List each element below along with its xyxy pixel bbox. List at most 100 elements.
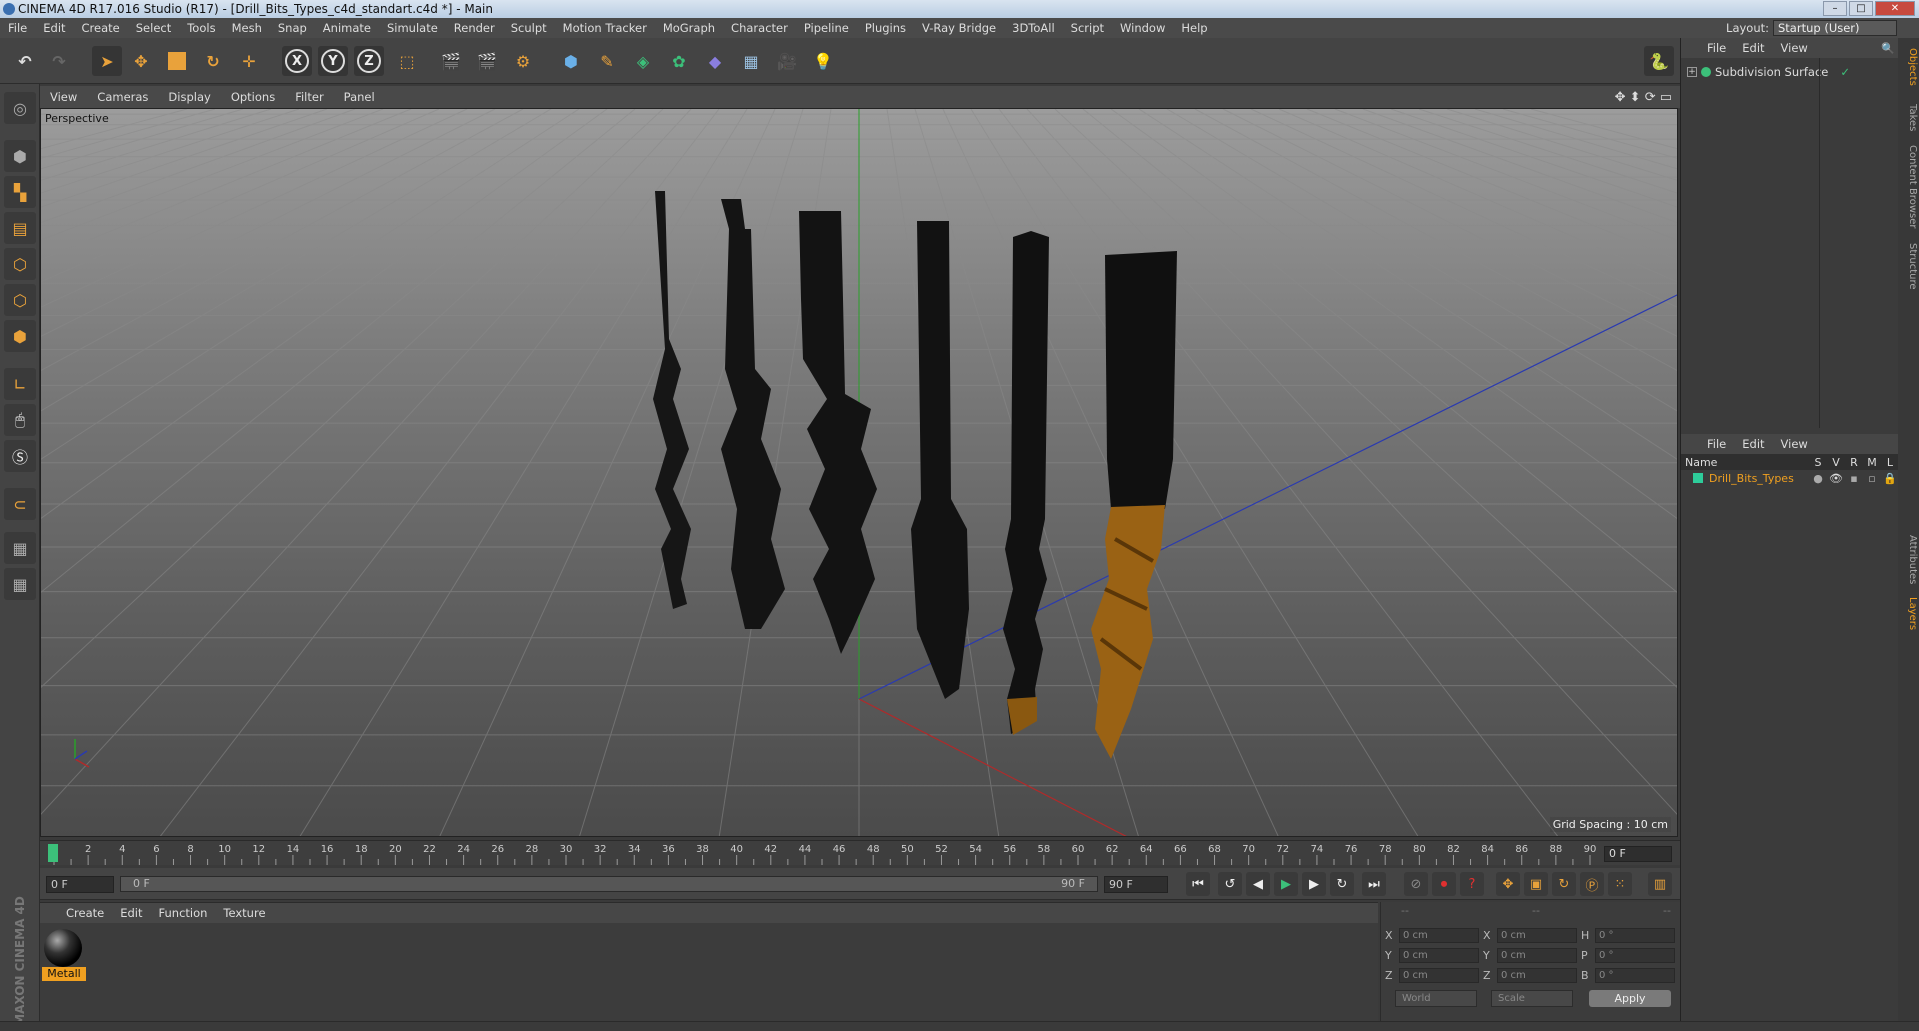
workplane-lock-icon[interactable]: ▦ xyxy=(4,532,36,564)
layer-manager-toggle[interactable]: ▫ xyxy=(1863,472,1881,485)
menu-vray-bridge[interactable]: V-Ray Bridge xyxy=(914,21,1004,35)
size-z-field[interactable]: 0 cm xyxy=(1497,967,1577,983)
undo-icon[interactable]: ↶ xyxy=(10,46,40,76)
menu-character[interactable]: Character xyxy=(723,21,796,35)
menu-file[interactable]: File xyxy=(0,21,35,35)
menu-render[interactable]: Render xyxy=(446,21,503,35)
model-mode-icon[interactable]: ⬢ xyxy=(4,140,36,172)
scale-icon[interactable] xyxy=(162,46,192,76)
size-y-field[interactable]: 0 cm xyxy=(1497,947,1577,963)
texture-mode-icon[interactable]: ▚ xyxy=(4,176,36,208)
layer-visible-toggle[interactable]: 👁 xyxy=(1827,472,1845,485)
live-select-icon[interactable]: ✛ xyxy=(234,46,264,76)
edges-mode-icon[interactable]: ⬡ xyxy=(4,284,36,316)
layer-row-drill-bits-types[interactable]: Drill_Bits_Types ● 👁 ▪ ▫ 🔒 xyxy=(1681,470,1899,486)
viewport-menu-options[interactable]: Options xyxy=(221,90,285,104)
cube-primitive-icon[interactable]: ⬢ xyxy=(556,46,586,76)
axis-mode-icon[interactable]: ∟ xyxy=(4,368,36,400)
key-pla-icon[interactable]: ⁙ xyxy=(1608,872,1632,896)
previous-key-icon[interactable]: ↺ xyxy=(1218,872,1242,896)
spline-pen-icon[interactable]: ✎ xyxy=(592,46,622,76)
objects-menu-view[interactable]: View xyxy=(1773,41,1816,55)
solo-mode-icon[interactable]: Ⓢ xyxy=(4,440,36,472)
menu-mesh[interactable]: Mesh xyxy=(224,21,270,35)
viewport-menu-cameras[interactable]: Cameras xyxy=(87,90,158,104)
tweak-mode-icon[interactable]: 🖱 xyxy=(4,404,36,436)
layer-render-toggle[interactable]: ▪ xyxy=(1845,472,1863,485)
layer-color-swatch[interactable] xyxy=(1693,473,1703,483)
timeline-ruler[interactable]: 0246810121416182022242628303234363840424… xyxy=(40,840,1680,865)
viewport-menu-panel[interactable]: Panel xyxy=(334,90,385,104)
key-scale-icon[interactable]: ▣ xyxy=(1524,872,1548,896)
perspective-viewport[interactable]: Perspective Grid Spacing : 10 cm xyxy=(40,108,1678,837)
subdivision-icon[interactable]: ◈ xyxy=(628,46,658,76)
redo-icon[interactable]: ↷ xyxy=(44,46,74,76)
end-frame-field[interactable]: 90 F xyxy=(1104,876,1168,893)
python-icon[interactable]: 🐍 xyxy=(1644,46,1674,76)
position-x-field[interactable]: 0 cm xyxy=(1399,927,1479,943)
points-mode-icon[interactable]: ⬡ xyxy=(4,248,36,280)
position-z-field[interactable]: 0 cm xyxy=(1399,967,1479,983)
play-icon[interactable]: ▶ xyxy=(1274,872,1298,896)
autokey-icon[interactable]: ? xyxy=(1460,872,1484,896)
size-mode-dropdown[interactable]: Scale xyxy=(1491,990,1573,1007)
key-position-icon[interactable]: ✥ xyxy=(1496,872,1520,896)
move-icon[interactable]: ✥ xyxy=(126,46,156,76)
key-rotation-icon[interactable]: ↻ xyxy=(1552,872,1576,896)
frame-range-slider[interactable]: 0 F 90 F xyxy=(120,876,1098,892)
position-y-field[interactable]: 0 cm xyxy=(1399,947,1479,963)
expand-toggle-icon[interactable]: + xyxy=(1687,67,1697,77)
enabled-check-icon[interactable]: ✓ xyxy=(1840,65,1850,79)
minimize-button[interactable]: – xyxy=(1823,1,1847,16)
playhead-marker[interactable] xyxy=(48,844,58,862)
menu-select[interactable]: Select xyxy=(128,21,179,35)
object-row-subdivision-surface[interactable]: + Subdivision Surface ✓ xyxy=(1687,64,1850,80)
object-name[interactable]: Subdivision Surface xyxy=(1715,65,1828,79)
tab-attributes[interactable]: Attributes xyxy=(1899,532,1918,588)
viewport-nav-icons[interactable]: ✥ ⬍ ⟳ ▭ xyxy=(1615,90,1672,105)
record-keys-icon[interactable]: ⏺ xyxy=(1432,872,1456,896)
rotation-h-field[interactable]: 0 ° xyxy=(1595,927,1675,943)
coordinate-system-icon[interactable]: ⬚ xyxy=(392,46,422,76)
magnet-snap-icon[interactable]: ⊂ xyxy=(4,488,36,520)
menu-3dtoall[interactable]: 3DToAll xyxy=(1004,21,1063,35)
menu-window[interactable]: Window xyxy=(1112,21,1173,35)
menu-create[interactable]: Create xyxy=(74,21,128,35)
material-menu-edit[interactable]: Edit xyxy=(112,906,150,920)
next-frame-icon[interactable]: ▶ xyxy=(1302,872,1326,896)
rotation-b-field[interactable]: 0 ° xyxy=(1595,967,1675,983)
camera-icon[interactable]: 🎥 xyxy=(772,46,802,76)
mograph-cloner-icon[interactable]: ✿ xyxy=(664,46,694,76)
polygons-mode-icon[interactable]: ⬢ xyxy=(4,320,36,352)
light-icon[interactable]: 💡 xyxy=(808,46,838,76)
render-region-icon[interactable]: 🎬 xyxy=(472,46,502,76)
viewport-menu-display[interactable]: Display xyxy=(158,90,220,104)
timeline-window-icon[interactable]: ▥ xyxy=(1648,872,1672,896)
menu-edit[interactable]: Edit xyxy=(35,21,73,35)
workplane-snap-icon[interactable]: ▦ xyxy=(4,568,36,600)
material-menu-texture[interactable]: Texture xyxy=(215,906,273,920)
previous-frame-icon[interactable]: ◀ xyxy=(1246,872,1270,896)
tab-content-browser[interactable]: Content Browser xyxy=(1899,144,1918,230)
workplane-mode-icon[interactable]: ▤ xyxy=(4,212,36,244)
start-frame-field[interactable]: 0 F xyxy=(46,876,114,893)
key-parameter-icon[interactable]: Ⓟ xyxy=(1580,872,1604,896)
menu-snap[interactable]: Snap xyxy=(270,21,315,35)
render-view-icon[interactable]: 🎬 xyxy=(436,46,466,76)
maximize-button[interactable]: □ xyxy=(1849,1,1873,16)
current-frame-field[interactable]: 0 F xyxy=(1604,846,1672,862)
objects-search-icon[interactable]: 🔍 xyxy=(1881,42,1895,55)
viewport-menu-view[interactable]: View xyxy=(40,90,87,104)
y-axis-toggle[interactable]: Y xyxy=(318,46,348,76)
objects-menu-edit[interactable]: Edit xyxy=(1734,41,1772,55)
layers-menu-view[interactable]: View xyxy=(1773,437,1816,451)
layers-menu-file[interactable]: File xyxy=(1699,437,1734,451)
menu-motion-tracker[interactable]: Motion Tracker xyxy=(555,21,655,35)
tab-structure[interactable]: Structure xyxy=(1899,238,1918,294)
go-to-start-icon[interactable]: ⏮ xyxy=(1186,872,1210,896)
menu-help[interactable]: Help xyxy=(1173,21,1215,35)
layout-select[interactable]: Startup (User) xyxy=(1773,20,1897,36)
make-editable-icon[interactable]: ◎ xyxy=(4,92,36,124)
select-cursor-icon[interactable]: ➤ xyxy=(92,46,122,76)
layers-menu-edit[interactable]: Edit xyxy=(1734,437,1772,451)
